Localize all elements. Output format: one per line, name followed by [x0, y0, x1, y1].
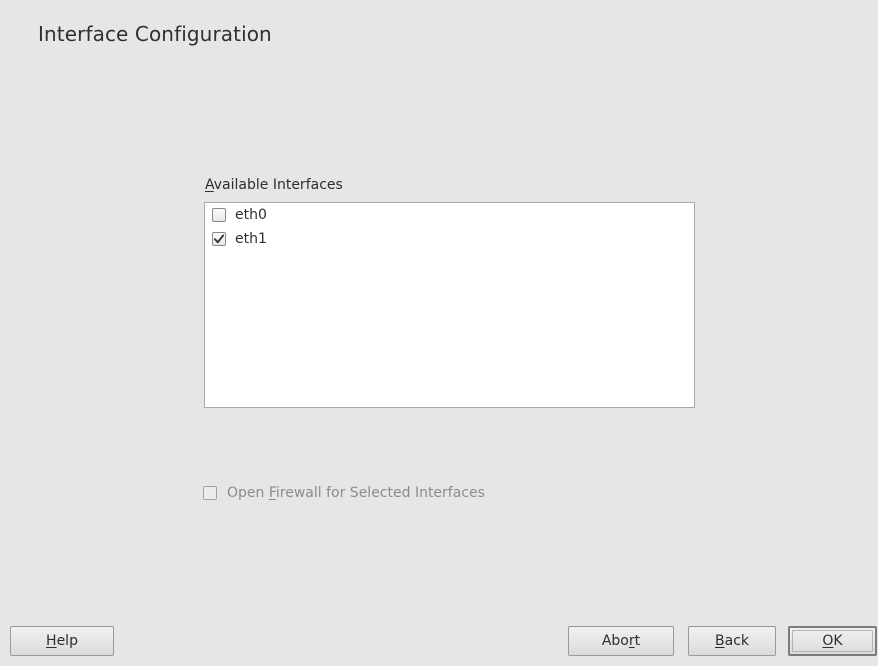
label-text: irewall for Selected Interfaces: [275, 485, 485, 501]
button-label: elp: [56, 633, 78, 649]
back-button[interactable]: Back: [688, 626, 776, 656]
empty-checkbox-icon[interactable]: [212, 208, 226, 222]
interfaces-listbox[interactable]: eth0 eth1: [204, 202, 695, 408]
list-item-label: eth0: [235, 207, 267, 223]
empty-checkbox-icon[interactable]: [203, 486, 217, 500]
open-firewall-checkbox[interactable]: Open Firewall for Selected Interfaces: [203, 482, 485, 504]
label-text: Open: [227, 485, 269, 501]
button-label: t: [634, 633, 641, 649]
button-mnemonic: B: [715, 633, 725, 649]
label-mnemonic: A: [205, 177, 214, 193]
yast-dialog-window: Interface Configuration Available Interf…: [0, 0, 878, 666]
ok-button[interactable]: OK: [788, 626, 877, 656]
open-firewall-label: Open Firewall for Selected Interfaces: [227, 485, 485, 501]
available-interfaces-label: Available Interfaces: [205, 177, 343, 193]
check-mark-icon[interactable]: [212, 232, 226, 246]
button-label: K: [833, 633, 843, 649]
button-label: ack: [724, 633, 749, 649]
abort-button[interactable]: Abo r t: [568, 626, 674, 656]
label-mnemonic: F: [268, 485, 276, 501]
list-item-label: eth1: [235, 231, 267, 247]
button-label: Abo: [601, 633, 629, 649]
list-item-eth1[interactable]: eth1: [212, 228, 267, 250]
label-text: vailable Interfaces: [213, 177, 343, 193]
button-mnemonic: H: [46, 633, 57, 649]
page-title: Interface Configuration: [38, 22, 272, 46]
help-button[interactable]: Help: [10, 626, 114, 656]
list-item-eth0[interactable]: eth0: [212, 204, 267, 226]
button-mnemonic: O: [822, 633, 834, 649]
